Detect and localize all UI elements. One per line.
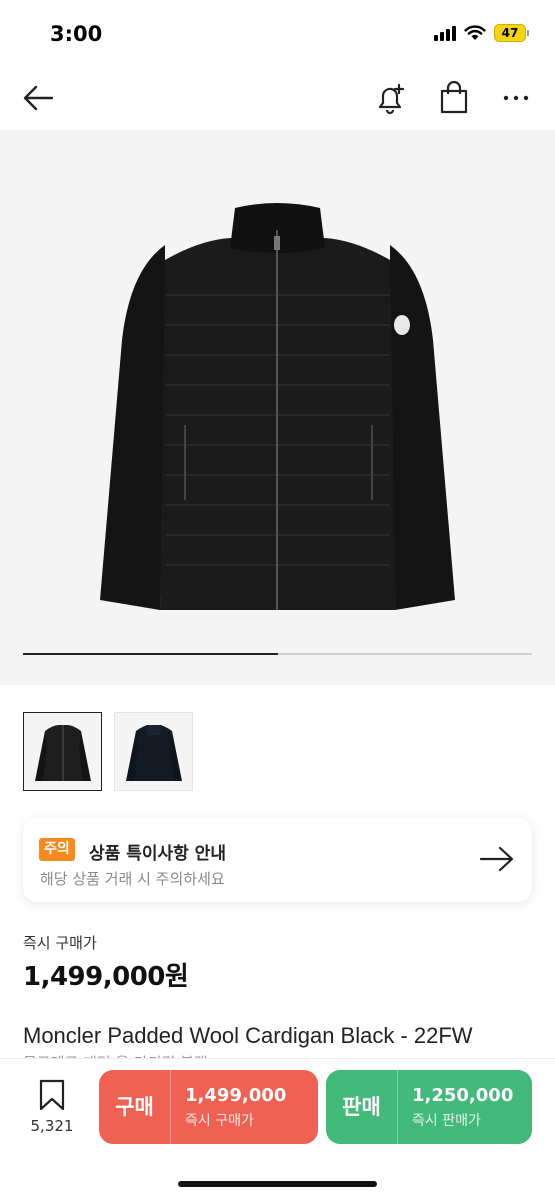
product-image-gallery[interactable] bbox=[0, 130, 555, 685]
battery-level: 47 bbox=[494, 24, 526, 42]
product-image bbox=[100, 203, 455, 610]
bookmark-count: 5,321 bbox=[30, 1117, 74, 1135]
battery-icon: 47 bbox=[494, 24, 529, 42]
notice-card[interactable]: 주의 상품 특이사항 안내 해당 상품 거래 시 주의하세요 bbox=[23, 818, 532, 902]
buy-caption: 즉시 구매가 bbox=[185, 1112, 254, 1129]
thumbnail-image bbox=[125, 724, 182, 781]
buy-price: 1,499,000 bbox=[185, 1084, 287, 1106]
back-arrow-icon[interactable] bbox=[20, 80, 60, 116]
status-bar: 3:00 47 bbox=[0, 0, 555, 66]
bottom-action-bar: 5,321 구매 1,499,000 즉시 구매가 판매 1,250,000 즉… bbox=[0, 1058, 555, 1200]
status-icons: 47 bbox=[434, 24, 529, 42]
thumbnail-image bbox=[34, 724, 91, 781]
gallery-progress bbox=[23, 653, 532, 655]
thumbnail-2[interactable] bbox=[114, 712, 193, 791]
wifi-icon bbox=[464, 25, 486, 40]
notice-badge: 주의 bbox=[39, 838, 75, 861]
notice-subtitle: 해당 상품 거래 시 주의하세요 bbox=[40, 870, 225, 888]
buy-label: 구매 bbox=[99, 1070, 171, 1144]
sell-button[interactable]: 판매 1,250,000 즉시 판매가 bbox=[326, 1070, 532, 1144]
gallery-progress-fill bbox=[23, 653, 278, 655]
price-value: 1,499,000원 bbox=[23, 962, 189, 992]
bell-plus-icon[interactable] bbox=[370, 80, 410, 116]
shopping-bag-icon[interactable] bbox=[434, 80, 474, 116]
product-name: Moncler Padded Wool Cardigan Black - 22F… bbox=[23, 1023, 473, 1048]
more-icon[interactable] bbox=[496, 80, 536, 116]
sell-label: 판매 bbox=[326, 1070, 398, 1144]
arrow-right-icon bbox=[479, 846, 514, 872]
nav-bar bbox=[0, 66, 555, 130]
buy-button[interactable]: 구매 1,499,000 즉시 구매가 bbox=[99, 1070, 318, 1144]
notice-title: 상품 특이사항 안내 bbox=[89, 844, 226, 864]
home-indicator bbox=[178, 1181, 377, 1187]
thumbnail-list bbox=[23, 712, 193, 791]
price-label: 즉시 구매가 bbox=[23, 934, 97, 952]
sell-caption: 즉시 판매가 bbox=[412, 1112, 481, 1129]
status-time: 3:00 bbox=[50, 22, 103, 46]
sell-price: 1,250,000 bbox=[412, 1084, 514, 1106]
signal-icon bbox=[434, 25, 456, 41]
thumbnail-1[interactable] bbox=[23, 712, 102, 791]
bookmark-button[interactable]: 5,321 bbox=[24, 1079, 80, 1139]
bookmark-icon bbox=[39, 1079, 65, 1111]
